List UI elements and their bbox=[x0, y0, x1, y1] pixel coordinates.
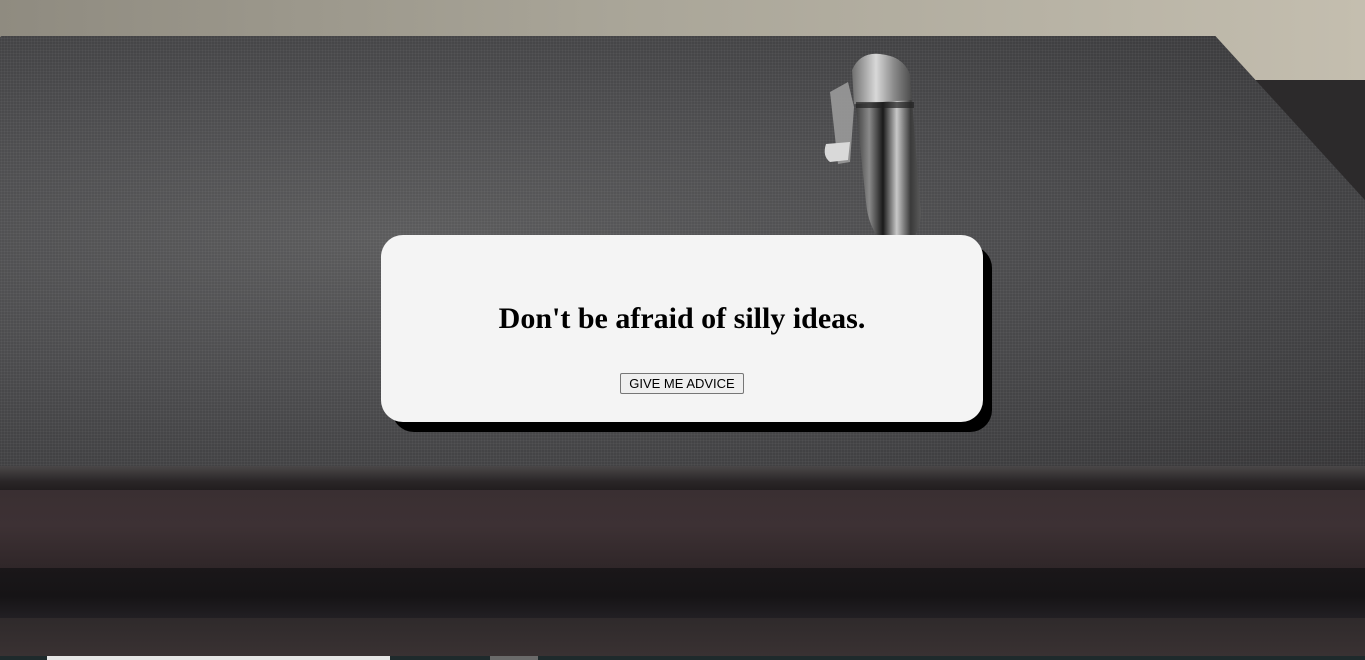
advice-quote: Don't be afraid of silly ideas. bbox=[498, 302, 866, 335]
background-notebook-bottom bbox=[0, 568, 1365, 620]
pen-icon bbox=[824, 53, 921, 242]
background-table bbox=[0, 618, 1365, 660]
background-notebook-pages bbox=[0, 490, 1365, 570]
page: Don't be afraid of silly ideas. GIVE ME … bbox=[0, 0, 1365, 660]
background-bottom-strip-light bbox=[47, 656, 390, 660]
give-advice-button[interactable]: GIVE ME ADVICE bbox=[620, 373, 744, 394]
advice-card: Don't be afraid of silly ideas. GIVE ME … bbox=[381, 235, 983, 422]
background-notebook-cover-edge bbox=[0, 466, 1365, 492]
background-bottom-strip-mid bbox=[490, 656, 538, 660]
